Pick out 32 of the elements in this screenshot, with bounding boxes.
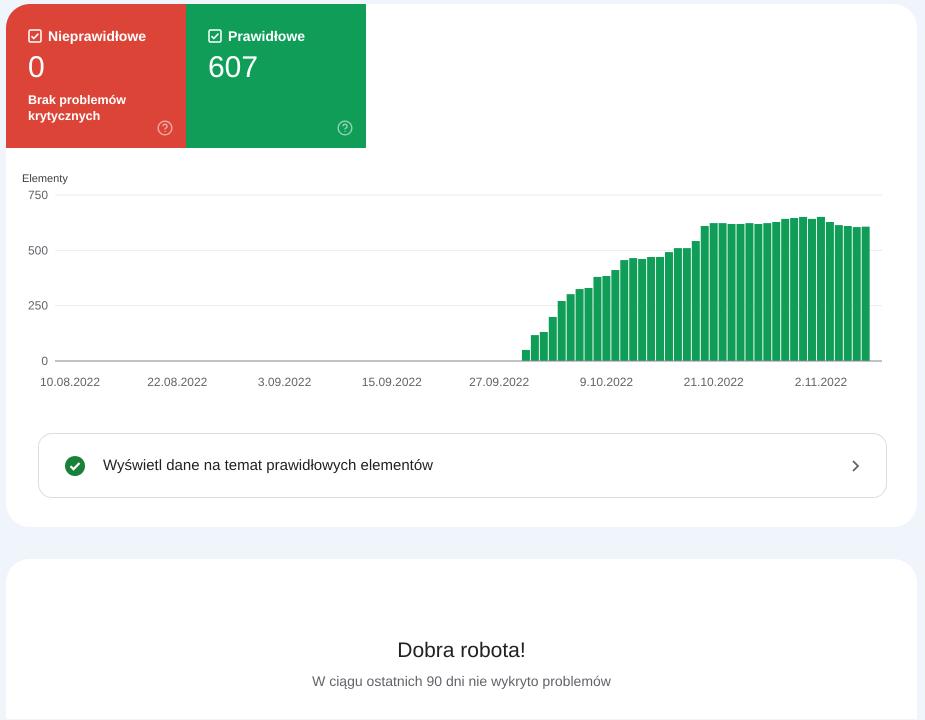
checked-checkbox-icon[interactable] [208, 29, 222, 43]
tick-label: 27.09.2022 [469, 375, 530, 389]
summary-title: Dobra robota! [396, 638, 527, 663]
tick-label: 9.10.2022 [580, 375, 634, 389]
status-tile[interactable]: Prawidłowe 607 [186, 4, 366, 148]
tick-label: 10.08.2022 [40, 375, 100, 389]
checked-checkbox-icon[interactable] [28, 29, 42, 43]
tick-label: 2.11.2022 [794, 375, 848, 389]
tile-label: Nieprawidłowe [48, 28, 146, 44]
tick-label: 250 [28, 298, 48, 313]
help-icon[interactable] [337, 120, 353, 136]
tick-label: 0 [41, 354, 48, 368]
tick-label: 3.09.2022 [258, 375, 312, 389]
tick-label: 15.09.2022 [362, 375, 422, 389]
tick-label: 21.10.2022 [684, 375, 744, 389]
summary-text: W ciągu ostatnich 90 dni nie wykryto problemów [311, 673, 612, 689]
bar [576, 289, 584, 361]
tile-count: 0 [28, 51, 45, 84]
help-icon[interactable] [157, 120, 173, 136]
axis-title: Elementy [22, 173, 68, 185]
bar [558, 301, 566, 361]
chevron-right-icon [850, 458, 860, 472]
status-tile[interactable]: Nieprawidłowe 0 Brak problemów krytycznych [6, 4, 186, 148]
check-circle-icon [65, 456, 85, 476]
view-details-link[interactable]: Wyświetl dane na temat prawidłowych elementów [38, 433, 887, 498]
tick-label: 22.08.2022 [147, 375, 208, 389]
bar [566, 294, 575, 361]
tile-note: Brak problemów krytycznych [28, 92, 127, 124]
tile-count: 607 [208, 51, 258, 84]
tick-label: 500 [28, 243, 48, 258]
tile-label: Prawidłowe [228, 28, 306, 44]
tick-label: 750 [28, 188, 48, 202]
